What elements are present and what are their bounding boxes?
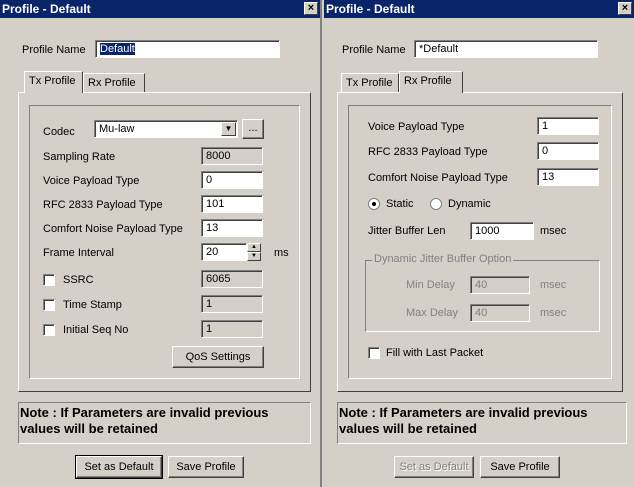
profile-name-label: Profile Name (342, 44, 406, 56)
comfort-noise-input[interactable]: 13 (201, 219, 263, 237)
profile-window-rx: Profile - Default × Profile Name *Defaul… (324, 0, 634, 487)
timestamp-field: 1 (201, 295, 263, 313)
window-title: Profile - Default (326, 2, 415, 16)
tab-tx-profile[interactable]: Tx Profile (24, 71, 83, 93)
ssrc-field: 6065 (201, 270, 263, 288)
window-titlebar[interactable]: Profile - Default × (0, 0, 320, 18)
jitter-buffer-unit: msec (540, 225, 567, 237)
codec-more-button[interactable]: ... (242, 119, 264, 139)
codec-select[interactable]: Mu-law ▼ (94, 120, 238, 138)
comfort-noise-label: Comfort Noise Payload Type (368, 172, 508, 184)
rfc2833-input[interactable]: 0 (537, 142, 599, 160)
min-delay-label: Min Delay (406, 279, 455, 291)
save-profile-button[interactable]: Save Profile (168, 456, 244, 478)
sampling-rate-field: 8000 (201, 147, 263, 165)
initial-seq-checkbox[interactable] (43, 324, 55, 336)
frame-interval-label: Frame Interval (43, 247, 114, 259)
dynamic-label: Dynamic (448, 198, 491, 210)
voice-payload-label: Voice Payload Type (368, 121, 465, 133)
static-radio[interactable] (368, 198, 380, 210)
max-delay-input: 40 (470, 304, 530, 322)
close-icon[interactable]: × (618, 2, 632, 15)
codec-label: Codec (43, 126, 75, 138)
max-delay-label: Max Delay (406, 307, 458, 319)
comfort-noise-input[interactable]: 13 (537, 168, 599, 186)
window-titlebar[interactable]: Profile - Default × (324, 0, 634, 18)
voice-payload-input[interactable]: 0 (201, 171, 263, 189)
fill-last-packet-label: Fill with Last Packet (386, 347, 484, 359)
ssrc-label: SSRC (63, 274, 94, 286)
window-title: Profile - Default (2, 2, 91, 16)
profile-window-tx: Profile - Default × Profile Name Default… (0, 0, 322, 487)
timestamp-label: Time Stamp (63, 299, 122, 311)
note-text: Note : If Parameters are invalid previou… (339, 405, 588, 436)
jitter-buffer-label: Jitter Buffer Len (368, 225, 446, 237)
profile-name-value: Default (100, 43, 135, 55)
rfc2833-label: RFC 2833 Payload Type (43, 199, 163, 211)
fill-last-packet-checkbox[interactable] (368, 347, 380, 359)
chevron-down-icon[interactable]: ▼ (221, 122, 236, 136)
spin-up-icon[interactable]: ▲ (247, 243, 261, 252)
rfc2833-label: RFC 2833 Payload Type (368, 146, 488, 158)
voice-payload-label: Voice Payload Type (43, 175, 140, 187)
profile-name-label: Profile Name (22, 44, 86, 56)
frame-interval-input[interactable]: 20 (201, 243, 247, 261)
tab-rx-profile[interactable]: Rx Profile (399, 71, 463, 93)
initial-seq-field: 1 (201, 320, 263, 338)
spin-down-icon[interactable]: ▼ (247, 252, 261, 261)
min-delay-input: 40 (470, 276, 530, 294)
static-label: Static (386, 198, 414, 210)
profile-name-input[interactable]: *Default (414, 40, 598, 58)
save-profile-button[interactable]: Save Profile (480, 456, 560, 478)
max-delay-unit: msec (540, 307, 567, 319)
tab-rx-profile[interactable]: Rx Profile (83, 73, 145, 93)
ssrc-checkbox[interactable] (43, 274, 55, 286)
voice-payload-input[interactable]: 1 (537, 117, 599, 135)
jitter-buffer-input[interactable]: 1000 (470, 222, 534, 240)
tab-tx-profile[interactable]: Tx Profile (341, 73, 399, 93)
initial-seq-label: Initial Seq No (63, 324, 129, 336)
sampling-rate-label: Sampling Rate (43, 151, 116, 163)
rfc2833-input[interactable]: 101 (201, 195, 263, 213)
frame-interval-stepper[interactable]: ▲ ▼ (247, 243, 261, 261)
min-delay-unit: msec (540, 279, 567, 291)
codec-value: Mu-law (99, 123, 135, 135)
frame-interval-unit: ms (274, 247, 289, 259)
profile-name-input[interactable]: Default (95, 40, 280, 58)
set-as-default-button: Set as Default (394, 456, 474, 478)
note-text: Note : If Parameters are invalid previou… (20, 405, 269, 436)
dynamic-radio[interactable] (430, 198, 442, 210)
set-as-default-button[interactable]: Set as Default (75, 455, 163, 479)
dynamic-jitter-group-label: Dynamic Jitter Buffer Option (372, 253, 514, 265)
timestamp-checkbox[interactable] (43, 299, 55, 311)
close-icon[interactable]: × (304, 2, 318, 15)
qos-settings-button[interactable]: QoS Settings (172, 346, 264, 368)
comfort-noise-label: Comfort Noise Payload Type (43, 223, 183, 235)
